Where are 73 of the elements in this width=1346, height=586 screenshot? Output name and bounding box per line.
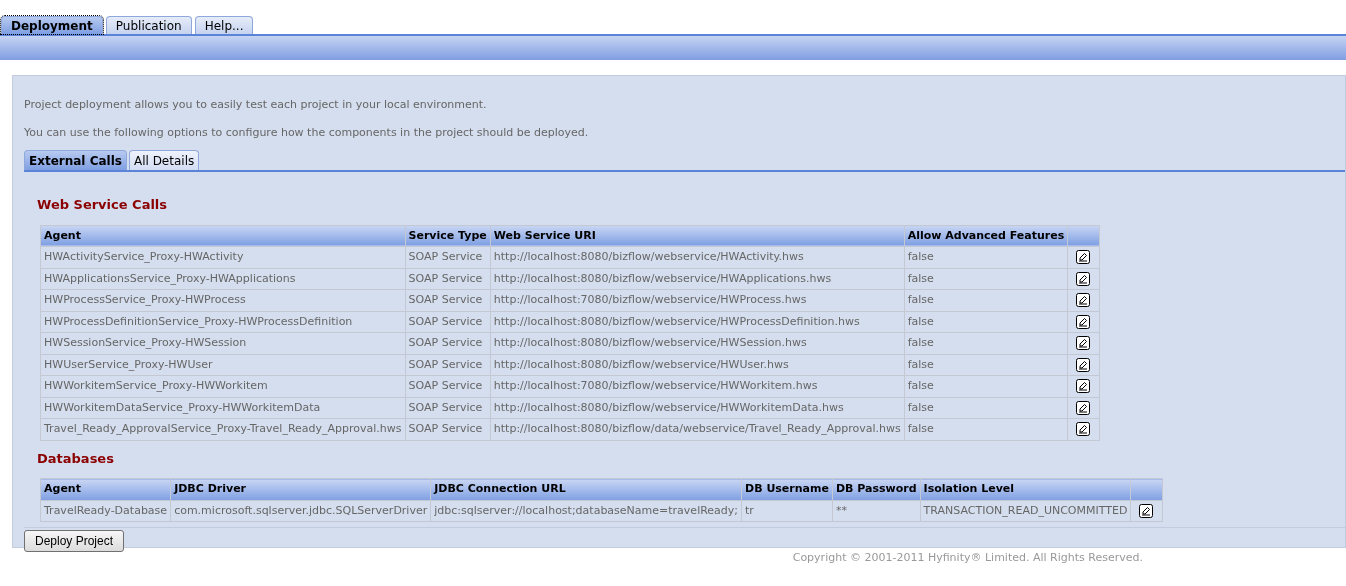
table-cell: http://localhost:8080/bizflow/webservice/HWApplications.hws — [490, 268, 905, 290]
table-cell: Travel_Ready_ApprovalService_Proxy-Travel_Ready_Approval.hws — [40, 418, 406, 440]
table-cell: false — [904, 246, 1068, 268]
copyright-text: Copyright © 2001-2011 Hyfinity® Limited. All Rights Reserved. — [792, 550, 1143, 566]
tab[interactable]: Deployment — [1, 16, 103, 34]
table-cell: SOAP Service — [405, 332, 491, 354]
table-cell: SOAP Service — [405, 418, 491, 440]
table-cell: false — [904, 289, 1068, 311]
table-cell: SOAP Service — [405, 354, 491, 376]
column-header: Agent — [40, 225, 406, 247]
column-header: JDBC Connection URL — [430, 478, 742, 500]
table-cell: HWSessionService_Proxy-HWSession — [40, 332, 406, 354]
table-cell: SOAP Service — [405, 311, 491, 333]
edit-icon[interactable] — [1076, 400, 1091, 415]
table-cell: false — [904, 311, 1068, 333]
tab[interactable]: Help... — [194, 16, 254, 34]
column-header: Isolation Level — [920, 478, 1131, 500]
section-title: Web Service Calls — [37, 196, 169, 214]
table-cell: HWActivityService_Proxy-HWActivity — [40, 246, 406, 268]
table-cell: http://localhost:8080/bizflow/webservice/HWProcessDefinition.hws — [490, 311, 905, 333]
table-cell: HWWorkitemService_Proxy-HWWorkitem — [40, 375, 406, 397]
column-header: Allow Advanced Features — [904, 225, 1068, 247]
edit-icon[interactable] — [1076, 422, 1091, 437]
table-cell: false — [904, 354, 1068, 376]
table-cell: http://localhost:7080/bizflow/webservice/HWWorkitem.hws — [490, 375, 905, 397]
edit-icon[interactable] — [1076, 314, 1091, 329]
edit-icon[interactable] — [1076, 336, 1091, 351]
table-cell: http://localhost:7080/bizflow/webservice/HWProcess.hws — [490, 289, 905, 311]
tab[interactable]: All Details — [128, 150, 200, 170]
table-cell: HWApplicationsService_Proxy-HWApplications — [40, 268, 406, 290]
table-cell: HWProcessService_Proxy-HWProcess — [40, 289, 406, 311]
table-cell: HWProcessDefinitionService_Proxy-HWProcessDefinition — [40, 311, 406, 333]
table-cell: SOAP Service — [405, 246, 491, 268]
column-header: Web Service URI — [490, 225, 905, 247]
deploy-button[interactable]: Deploy Project — [24, 530, 125, 552]
column-header: DB Password — [832, 478, 921, 500]
tab[interactable]: Publication — [105, 16, 192, 34]
column-header: Agent — [40, 478, 171, 500]
intro-text: You can use the following options to configure how the components in the project should be deployed. — [24, 126, 590, 140]
table-cell: false — [904, 332, 1068, 354]
table-cell: SOAP Service — [405, 375, 491, 397]
table-cell: http://localhost:8080/bizflow/webservice/HWUser.hws — [490, 354, 905, 376]
table-cell: false — [904, 375, 1068, 397]
tab[interactable]: External Calls — [24, 150, 127, 170]
table-cell: HWWorkitemDataService_Proxy-HWWorkitemData — [40, 397, 406, 419]
table-cell: com.microsoft.sqlserver.jdbc.SQLServerDriver — [170, 500, 431, 522]
table-cell: http://localhost:8080/bizflow/webservice/HWActivity.hws — [490, 246, 905, 268]
table-cell: false — [904, 418, 1068, 440]
table-cell: TravelReady-Database — [40, 500, 171, 522]
edit-icon[interactable] — [1076, 250, 1091, 265]
section-title: Databases — [37, 449, 115, 468]
edit-icon[interactable] — [1076, 271, 1091, 286]
column-header: DB Username — [741, 478, 833, 500]
table-cell: jdbc:sqlserver://localhost;databaseName=travelReady; — [430, 500, 742, 522]
column-header: JDBC Driver — [170, 478, 431, 500]
table-cell: http://localhost:8080/bizflow/webservice/HWWorkitemData.hws — [490, 397, 905, 419]
table-cell: http://localhost:8080/bizflow/webservice/HWSession.hws — [490, 332, 905, 354]
table-cell: http://localhost:8080/bizflow/data/webservice/Travel_Ready_Approval.hws — [490, 418, 905, 440]
edit-icon[interactable] — [1076, 293, 1091, 308]
table-cell: false — [904, 397, 1068, 419]
edit-icon[interactable] — [1076, 379, 1091, 394]
edit-icon[interactable] — [1139, 503, 1154, 518]
intro-text: Project deployment allows you to easily test each project in your local environment. — [24, 98, 488, 112]
table-cell: false — [904, 268, 1068, 290]
table-cell: SOAP Service — [405, 268, 491, 290]
edit-icon[interactable] — [1076, 357, 1091, 372]
table-cell: SOAP Service — [405, 397, 491, 419]
table-cell: HWUserService_Proxy-HWUser — [40, 354, 406, 376]
table-cell: SOAP Service — [405, 289, 491, 311]
table-cell: ** — [832, 500, 921, 522]
table-cell: tr — [741, 500, 833, 522]
table-cell: TRANSACTION_READ_UNCOMMITTED — [920, 500, 1131, 522]
column-header: Service Type — [405, 225, 491, 247]
